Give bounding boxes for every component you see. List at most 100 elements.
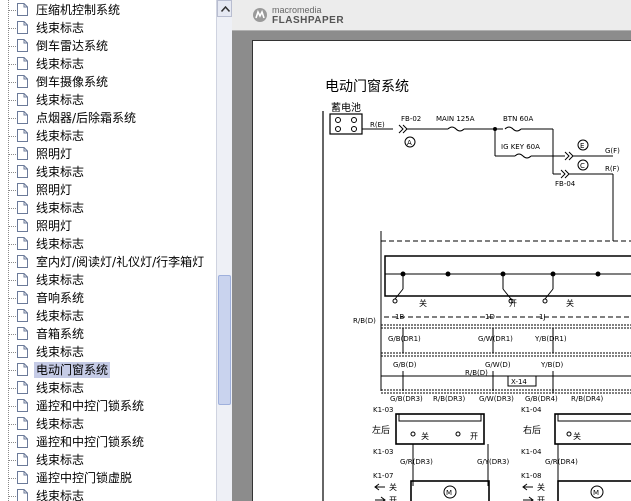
- tree-connector: [8, 136, 16, 137]
- tree-item[interactable]: 线束标志: [0, 415, 216, 433]
- tree-item[interactable]: 遥控和中控门锁系统: [0, 433, 216, 451]
- svg-text:C: C: [580, 162, 585, 170]
- tree-item[interactable]: 照明灯: [0, 181, 216, 199]
- document-icon: [17, 75, 28, 88]
- svg-text:关: 关: [573, 431, 581, 441]
- tree-item[interactable]: 遥控中控门锁虚脱: [0, 469, 216, 487]
- document-icon: [17, 219, 28, 232]
- tree-connector: [8, 442, 16, 443]
- document-icon: [17, 363, 28, 376]
- flashpaper-viewer: macromedia FLASHPAPER 电动门窗系统 蓄电池 R(E) FB…: [232, 0, 631, 501]
- tree-item[interactable]: 倒车雷达系统: [0, 37, 216, 55]
- tree-item[interactable]: 音响系统: [0, 289, 216, 307]
- document-icon: [17, 129, 28, 142]
- svg-text:1B: 1B: [395, 313, 404, 321]
- svg-text:关: 关: [566, 298, 574, 308]
- document-icon: [17, 381, 28, 394]
- document-page[interactable]: 电动门窗系统 蓄电池 R(E) FB-02 A MAIN 125A BTN 60…: [252, 40, 631, 501]
- tree-item[interactable]: 线束标志: [0, 307, 216, 325]
- wiring-diagram: 电动门窗系统 蓄电池 R(E) FB-02 A MAIN 125A BTN 60…: [322, 78, 631, 501]
- document-icon: [17, 291, 28, 304]
- tree-item[interactable]: 线束标志: [0, 19, 216, 37]
- svg-text:MAIN 125A: MAIN 125A: [436, 115, 475, 123]
- tree-item-label: 线束标志: [36, 165, 85, 179]
- tree-item[interactable]: 线束标志: [0, 55, 216, 73]
- tree-item[interactable]: 线束标志: [0, 199, 216, 217]
- tree-item[interactable]: 线束标志: [0, 235, 216, 253]
- tree-item-label: 音响系统: [36, 291, 85, 305]
- svg-text:开: 开: [509, 299, 517, 308]
- tree-item-label: 线束标志: [36, 345, 85, 359]
- tree-item-label: 线束标志: [36, 21, 85, 35]
- tree-item[interactable]: 点烟器/后除霜系统: [0, 109, 216, 127]
- tree-item-label: 倒车摄像系统: [36, 75, 109, 89]
- tree-item[interactable]: 压缩机控制系统: [0, 1, 216, 19]
- svg-text:Y/B(D): Y/B(D): [540, 361, 564, 369]
- document-icon: [17, 201, 28, 214]
- svg-text:BTN 60A: BTN 60A: [503, 115, 533, 123]
- tree-scrollbar[interactable]: [216, 0, 233, 501]
- document-icon: [17, 237, 28, 250]
- document-icon: [17, 273, 28, 286]
- svg-text:R(F): R(F): [605, 165, 620, 173]
- document-icon: [17, 147, 28, 160]
- svg-text:关: 关: [389, 482, 397, 492]
- tree-item[interactable]: 线束标志: [0, 451, 216, 469]
- tree-item[interactable]: 照明灯: [0, 145, 216, 163]
- tree-item[interactable]: 线束标志: [0, 163, 216, 181]
- scroll-up-button[interactable]: [217, 0, 232, 17]
- svg-text:G/W(D): G/W(D): [485, 361, 511, 369]
- document-icon: [17, 471, 28, 484]
- tree-connector: [8, 496, 16, 497]
- document-icon: [17, 489, 28, 501]
- tree-item-label: 点烟器/后除霜系统: [36, 111, 137, 125]
- document-icon: [17, 57, 28, 70]
- tree-item[interactable]: 线束标志: [0, 271, 216, 289]
- svg-text:M: M: [446, 489, 452, 497]
- document-icon: [17, 165, 28, 178]
- tree-item[interactable]: 倒车摄像系统: [0, 73, 216, 91]
- tree-connector: [8, 280, 16, 281]
- tree-item[interactable]: 电动门窗系统: [0, 361, 216, 379]
- tree-item[interactable]: 室内灯/阅读灯/礼仪灯/行李箱灯: [0, 253, 216, 271]
- document-icon: [17, 183, 28, 196]
- tree-connector: [8, 406, 16, 407]
- tree-item-label: 照明灯: [36, 147, 73, 161]
- svg-text:G(F): G(F): [605, 147, 620, 155]
- svg-text:K1-04: K1-04: [521, 448, 542, 456]
- document-icon: [17, 255, 28, 268]
- svg-text:R/B(DR3): R/B(DR3): [433, 395, 465, 403]
- tree-item[interactable]: 音箱系统: [0, 325, 216, 343]
- tree-connector: [8, 424, 16, 425]
- tree-item[interactable]: 线束标志: [0, 127, 216, 145]
- svg-text:FB-02: FB-02: [401, 115, 421, 123]
- tree-item[interactable]: 线束标志: [0, 487, 216, 501]
- tree-item[interactable]: 照明灯: [0, 217, 216, 235]
- svg-text:R(E): R(E): [370, 121, 385, 129]
- document-tree: 压缩机控制系统 线束标志 倒车雷达系统 线束标志 倒车摄像系统 线束标志 点烟器/后除霜系统…: [0, 0, 216, 501]
- tree-item[interactable]: 遥控和中控门锁系统: [0, 397, 216, 415]
- svg-text:关: 关: [419, 298, 427, 308]
- logo-text-macromedia: macromedia: [272, 5, 322, 15]
- tree-item-label: 照明灯: [36, 219, 73, 233]
- macromedia-logo-icon: [253, 8, 267, 22]
- document-icon: [17, 309, 28, 322]
- tree-connector: [8, 118, 16, 119]
- tree-connector: [8, 244, 16, 245]
- tree-item-label: 压缩机控制系统: [36, 3, 121, 17]
- scroll-thumb[interactable]: [218, 275, 231, 405]
- tree-item[interactable]: 线束标志: [0, 343, 216, 361]
- tree-item[interactable]: 线束标志: [0, 91, 216, 109]
- tree-connector: [8, 190, 16, 191]
- document-icon: [17, 327, 28, 340]
- tree-connector: [8, 370, 16, 371]
- tree-connector: [8, 226, 16, 227]
- tree-item[interactable]: 线束标志: [0, 379, 216, 397]
- tree-connector: [8, 64, 16, 65]
- svg-text:G/Y(DR3): G/Y(DR3): [477, 458, 509, 466]
- svg-text:M: M: [593, 489, 599, 497]
- document-icon: [17, 435, 28, 448]
- svg-text:右后: 右后: [523, 424, 541, 436]
- svg-text:G/B(DR3): G/B(DR3): [390, 395, 423, 403]
- tree-item-label: 线束标志: [36, 201, 85, 215]
